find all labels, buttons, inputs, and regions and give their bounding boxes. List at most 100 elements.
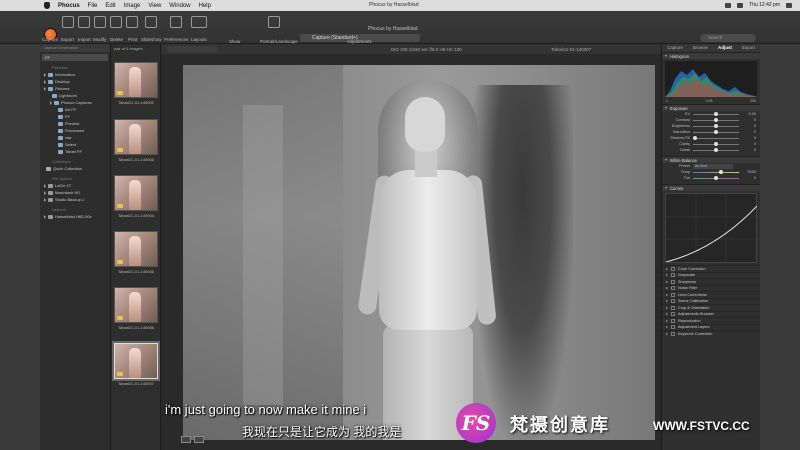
thumbnail-image[interactable] xyxy=(114,119,158,155)
apple-icon[interactable] xyxy=(44,2,50,9)
histogram-header[interactable]: Histogram xyxy=(662,52,760,59)
menu-window[interactable]: Window xyxy=(169,3,190,9)
slideshow-button[interactable] xyxy=(143,16,159,32)
thumbnail[interactable]: Tahari21-01-140003 xyxy=(114,119,158,162)
slider-knob[interactable] xyxy=(714,112,718,116)
disclosure-icon[interactable] xyxy=(666,267,668,270)
slider-track[interactable] xyxy=(693,142,739,146)
slider-knob[interactable] xyxy=(714,176,718,180)
slider-track[interactable] xyxy=(693,130,739,134)
tool-keystone-correction[interactable]: Keystone Correction xyxy=(662,330,760,337)
volume-item[interactable]: LaCie 1T xyxy=(40,182,110,189)
slider-track[interactable] xyxy=(693,112,739,116)
exposure-header[interactable]: Exposure xyxy=(662,104,760,111)
import-button[interactable] xyxy=(76,16,92,32)
tab-adjust[interactable]: Adjust xyxy=(718,44,732,52)
wifi-icon[interactable] xyxy=(725,2,732,8)
slider-value[interactable]: 0 xyxy=(742,118,756,122)
slider-value[interactable]: 5000 xyxy=(742,170,756,174)
thumbnail-image[interactable] xyxy=(114,231,158,267)
disclosure-icon[interactable] xyxy=(666,300,668,303)
slider-knob[interactable] xyxy=(693,136,697,140)
slider-track[interactable] xyxy=(693,148,739,152)
folder-item[interactable]: raw xyxy=(40,134,110,141)
folder-item[interactable]: Desktop xyxy=(40,78,110,85)
disclosure-icon[interactable] xyxy=(44,183,46,188)
quick-collection[interactable]: Quick Collection xyxy=(40,165,110,172)
slider-value[interactable]: 0 xyxy=(742,136,756,140)
modify-button[interactable] xyxy=(92,16,108,32)
disclosure-icon[interactable] xyxy=(44,214,46,219)
destination-field[interactable]: FF xyxy=(42,54,108,61)
wb-tint[interactable]: Tint 0 xyxy=(662,175,760,181)
thumbnail[interactable]: Tahari21-01-140004 xyxy=(114,175,158,218)
folder-item[interactable]: Processed xyxy=(40,127,110,134)
folder-item[interactable]: FF xyxy=(40,113,110,120)
menu-app[interactable]: Phocus xyxy=(58,3,80,9)
slider-knob[interactable] xyxy=(719,170,723,174)
search-input[interactable]: Search xyxy=(700,34,756,42)
disclosure-icon[interactable] xyxy=(44,197,46,202)
disclosure-icon[interactable] xyxy=(666,274,668,277)
thumbnail-image[interactable] xyxy=(114,287,158,323)
folder-item[interactable]: Preview xyxy=(40,120,110,127)
thumbnail[interactable]: Tahari21-01-140005 xyxy=(114,231,158,274)
layouts-button[interactable] xyxy=(191,16,207,32)
preferences-button[interactable] xyxy=(168,16,184,32)
folder-item[interactable]: Lightroom xyxy=(40,92,110,99)
orientation-button[interactable] xyxy=(266,16,282,32)
folder-item[interactable]: Information xyxy=(40,71,110,78)
slider-track[interactable] xyxy=(693,176,739,180)
slider-value[interactable]: 0.00 xyxy=(742,112,756,116)
viewer-tab[interactable] xyxy=(167,46,217,52)
grid-view-icon[interactable] xyxy=(181,436,191,443)
folder-item[interactable]: Tahari FF xyxy=(40,148,110,155)
curves-graph[interactable] xyxy=(665,193,758,263)
tab-capture[interactable]: Capture xyxy=(667,44,683,52)
folder-item[interactable]: Phocus Captures xyxy=(40,99,110,106)
folder-item[interactable]: Pictures xyxy=(40,85,110,92)
white-balance-header[interactable]: White Balance xyxy=(662,156,760,163)
thumbnail-image[interactable] xyxy=(112,341,160,381)
menu-image[interactable]: Image xyxy=(124,3,141,9)
disclosure-icon[interactable] xyxy=(666,332,668,335)
network-item[interactable]: Hasselblad H6D-50c xyxy=(40,213,110,220)
disclosure-icon[interactable] xyxy=(666,293,668,296)
disclosure-icon[interactable] xyxy=(44,79,46,84)
folder-item[interactable]: Select xyxy=(40,141,110,148)
slider-knob[interactable] xyxy=(714,124,718,128)
slider-value[interactable]: 0 xyxy=(742,142,756,146)
clock[interactable]: Thu 12:42 pm xyxy=(749,2,780,8)
menu-file[interactable]: File xyxy=(88,3,98,9)
menu-help[interactable]: Help xyxy=(199,3,211,9)
disclosure-icon[interactable] xyxy=(44,190,46,195)
menu-view[interactable]: View xyxy=(148,3,161,9)
slider-track[interactable] xyxy=(693,118,739,122)
slider-detail[interactable]: Detail 0 xyxy=(662,147,760,153)
slider-value[interactable]: 0 xyxy=(742,148,756,152)
disclosure-icon[interactable] xyxy=(666,280,668,283)
tab-browse[interactable]: Browse xyxy=(693,44,708,52)
slider-knob[interactable] xyxy=(714,142,718,146)
folder-item[interactable]: Art FF xyxy=(40,106,110,113)
print-button[interactable] xyxy=(124,16,140,32)
slider-value[interactable]: 0 xyxy=(742,176,756,180)
thumbnail-image[interactable] xyxy=(114,175,158,211)
disclosure-icon[interactable] xyxy=(666,313,668,316)
disclosure-icon[interactable] xyxy=(44,86,46,91)
curve-line[interactable] xyxy=(665,194,758,263)
disclosure-icon[interactable] xyxy=(50,100,52,105)
main-photo[interactable] xyxy=(183,65,655,440)
thumbnail[interactable]: Tahari21-01-140002 xyxy=(114,62,158,105)
disclosure-icon[interactable] xyxy=(44,72,46,77)
volume-item[interactable]: Studio Backup 1 xyxy=(40,196,110,203)
slider-knob[interactable] xyxy=(714,148,718,152)
spotlight-icon[interactable] xyxy=(786,2,792,8)
slider-knob[interactable] xyxy=(714,130,718,134)
disclosure-icon[interactable] xyxy=(666,306,668,309)
disclosure-icon[interactable] xyxy=(666,326,668,329)
slider-value[interactable]: 0 xyxy=(742,124,756,128)
slider-track[interactable] xyxy=(693,136,739,140)
export-button[interactable] xyxy=(60,16,76,32)
curves-header[interactable]: Curves xyxy=(662,184,760,191)
